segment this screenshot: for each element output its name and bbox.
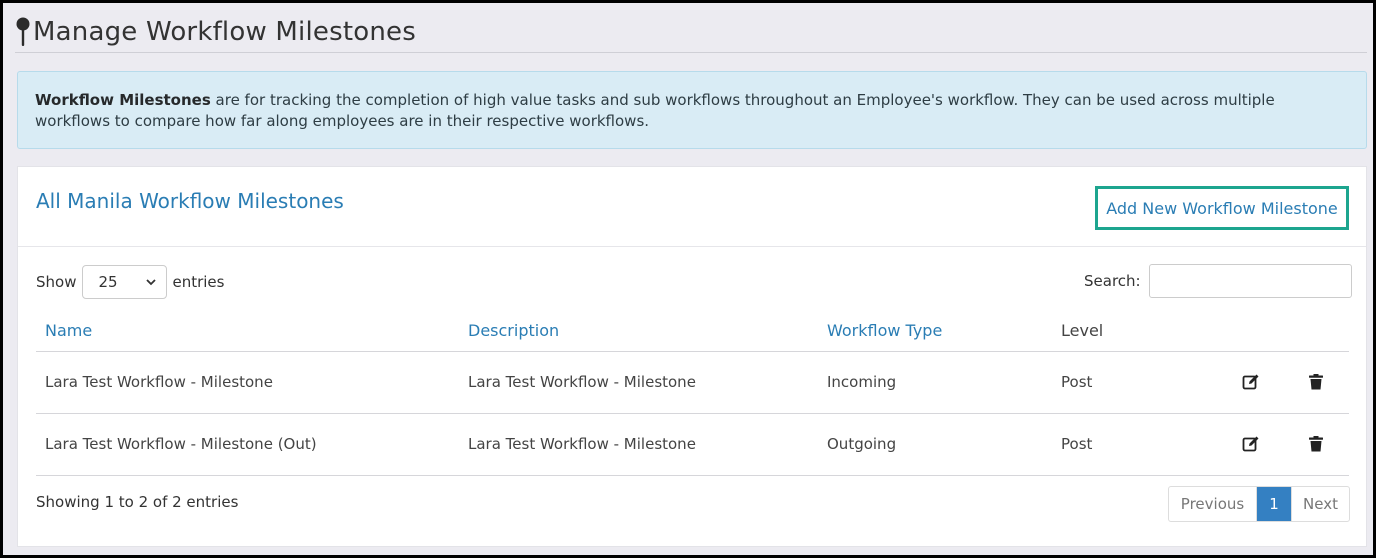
cell-description: Lara Test Workflow - Milestone [459,413,818,476]
cell-delete [1282,351,1349,414]
column-header-level: Level [1052,310,1219,352]
edit-icon[interactable] [1242,373,1260,391]
panel-header: All Manila Workflow Milestones Add New W… [18,167,1366,247]
info-bold-term: Workflow Milestones [35,91,211,109]
page-header: Manage Workflow Milestones [15,11,1367,53]
cell-level: Post [1052,413,1219,476]
table-row: Lara Test Workflow - Milestone Lara Test… [36,351,1349,414]
panel-title: All Manila Workflow Milestones [36,189,344,213]
show-label: Show [36,273,77,291]
app-frame: Manage Workflow Milestones Workflow Mile… [0,0,1376,558]
cell-name: Lara Test Workflow - Milestone [36,351,459,414]
trash-icon[interactable] [1307,435,1325,453]
info-alert: Workflow Milestones are for tracking the… [17,71,1367,149]
column-header-description[interactable]: Description [459,310,818,352]
column-header-workflow-type[interactable]: Workflow Type [818,310,1052,352]
page-1-button[interactable]: 1 [1257,487,1291,521]
add-milestone-button[interactable]: Add New Workflow Milestone [1095,186,1349,230]
info-text: are for tracking the completion of high … [35,91,1275,130]
next-page-button[interactable]: Next [1291,487,1349,521]
search-control: Search: [1084,264,1352,298]
search-label: Search: [1084,272,1141,290]
entries-select-value: 25 [98,273,118,291]
previous-page-button[interactable]: Previous [1169,487,1257,521]
pagination: Previous 1 Next [1168,486,1350,522]
entries-select[interactable]: 25 [82,265,168,299]
cell-edit [1219,413,1282,476]
entries-label: entries [172,273,225,291]
table-header-row: Name Description Workflow Type Level [36,310,1349,352]
map-pin-icon [16,17,30,46]
search-input[interactable] [1148,264,1352,298]
cell-description: Lara Test Workflow - Milestone [459,351,818,414]
column-header-delete [1282,310,1349,352]
trash-icon[interactable] [1307,373,1325,391]
cell-workflow-type: Incoming [818,351,1052,414]
cell-name: Lara Test Workflow - Milestone (Out) [36,413,459,476]
cell-delete [1282,413,1349,476]
page-title: Manage Workflow Milestones [33,16,416,47]
column-header-name[interactable]: Name [36,310,459,352]
edit-icon[interactable] [1242,435,1260,453]
cell-workflow-type: Outgoing [818,413,1052,476]
chevron-down-icon [146,278,157,285]
table-info: Showing 1 to 2 of 2 entries [36,493,239,511]
entries-length-control: Show 25 entries [36,265,224,299]
cell-level: Post [1052,351,1219,414]
table-row: Lara Test Workflow - Milestone (Out) Lar… [36,413,1349,476]
column-header-edit [1219,310,1282,352]
cell-edit [1219,351,1282,414]
milestones-table: Name Description Workflow Type Level Lar… [36,310,1349,476]
milestones-panel: All Manila Workflow Milestones Add New W… [17,166,1367,547]
